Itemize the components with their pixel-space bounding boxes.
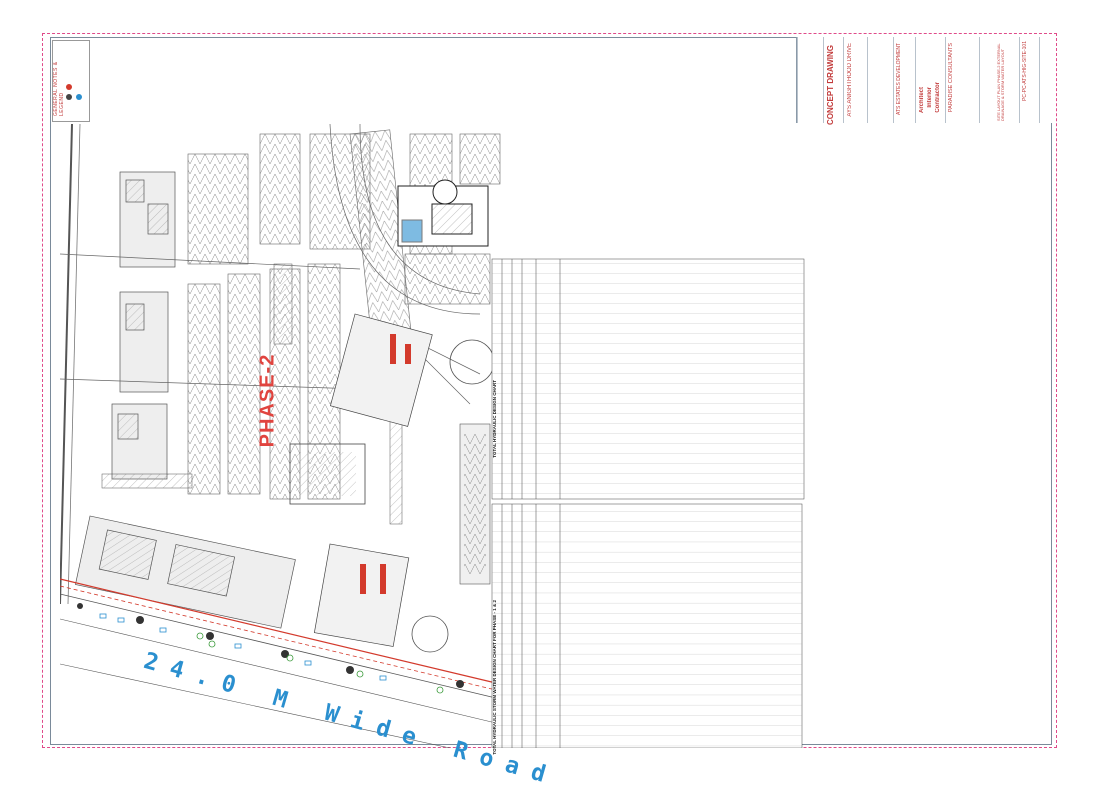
drawing-number: PC-PC-ATS-HIG-SITE-101 (1022, 41, 1028, 101)
client-name: ATS ESTATES DEVELOPMENT (896, 43, 902, 115)
tower-block-6 (313, 543, 410, 647)
sheet-title: SITE LAYOUT PLAN PHASE-2 EXTERNAL DRAINA… (996, 43, 1005, 121)
tower-block-3 (111, 403, 168, 480)
legend-blue-icon (76, 94, 82, 100)
hydraulic-table-right (491, 258, 805, 500)
tower-block-1 (119, 171, 176, 268)
roundabout-south (411, 615, 449, 653)
table-title-left: TOTAL HYDRAULIC STORM WATER DESIGN CHART… (492, 600, 497, 755)
drawing-status: CONCEPT DRAWING (826, 45, 835, 125)
site-plan-drawing (60, 124, 805, 748)
legend-red-icon (66, 84, 72, 90)
tower-block-5 (329, 313, 433, 427)
table-title-right: TOTAL HYDRAULIC DESIGN CHART (492, 380, 497, 458)
title-block: CONCEPT DRAWING AYS ANIGHTHOOD DRIVE ATS… (796, 37, 1053, 125)
legend-title: GENERAL NOTES & LEGEND (53, 61, 65, 116)
phase-label: PHASE-2 (256, 353, 279, 448)
tower-block-4 (75, 515, 296, 629)
hatched-strip (101, 473, 193, 489)
tower-block-2 (119, 291, 169, 393)
utility-building (397, 179, 489, 247)
architect-label: Architect (919, 87, 925, 114)
hydraulic-table-left (491, 503, 803, 748)
project-name: AYS ANIGHTHOOD DRIVE (847, 43, 853, 117)
consultant-name: PARADISE CONSULTANTS (948, 43, 954, 113)
interior-label: Interior (927, 87, 933, 108)
contractor-label: Contractor (935, 82, 941, 113)
legend-dark-icon (66, 94, 72, 100)
